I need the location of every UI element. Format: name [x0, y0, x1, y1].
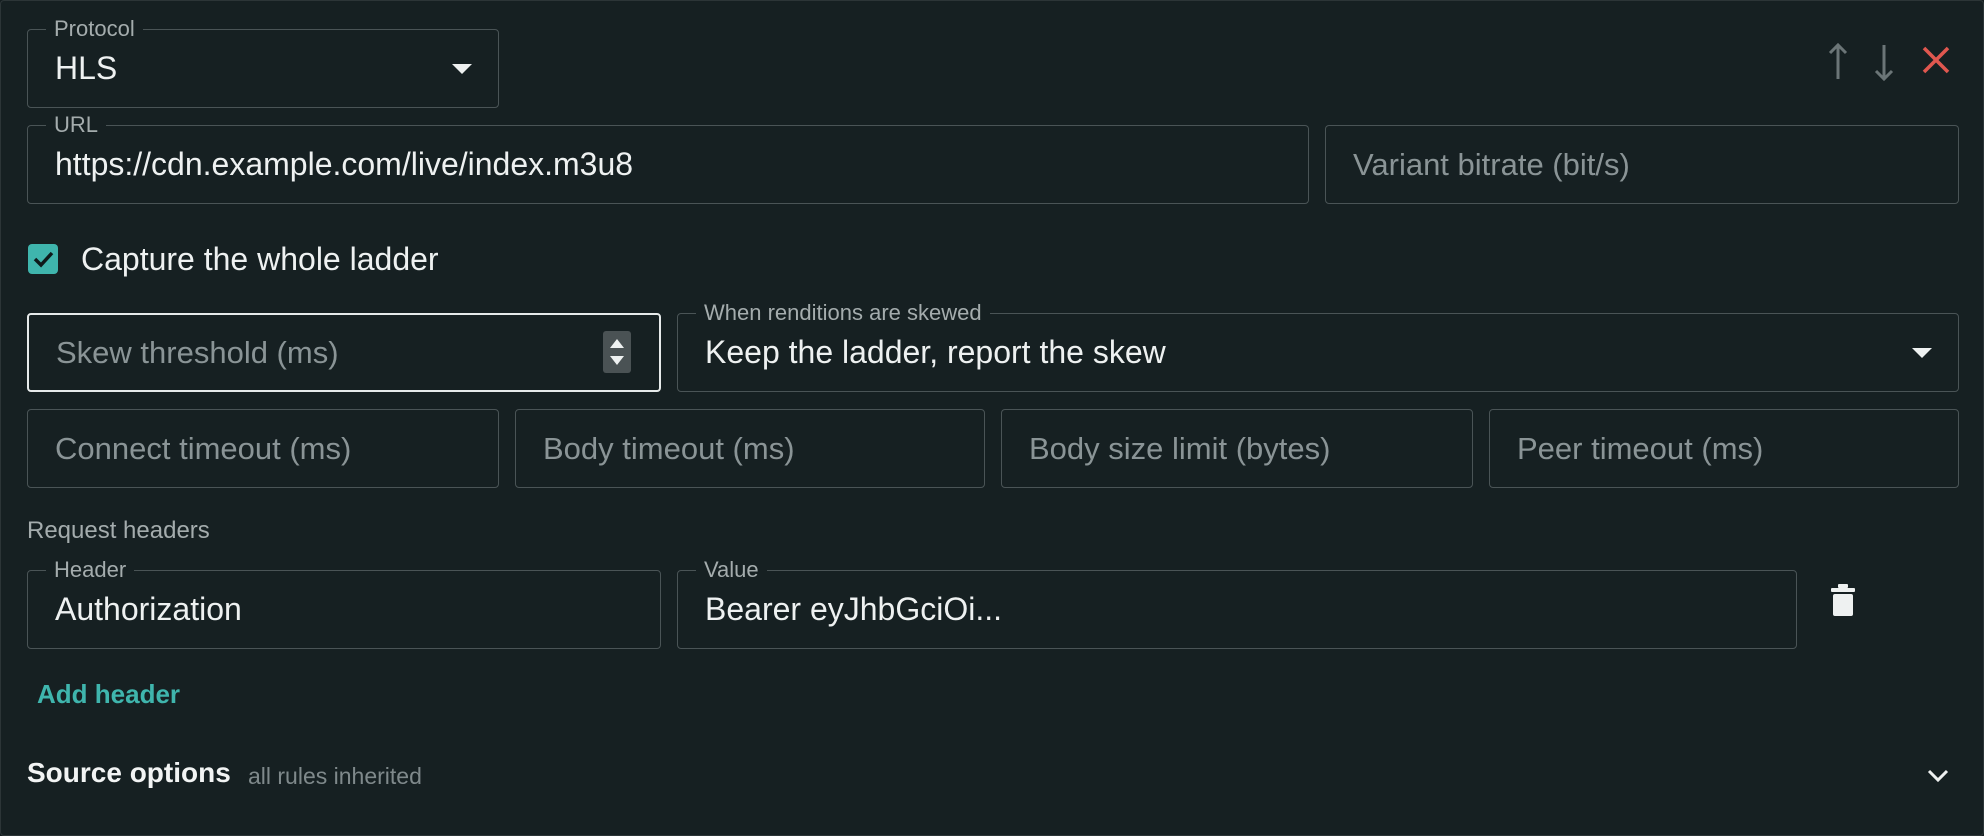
source-options-toggle[interactable]	[1925, 763, 1951, 787]
chevron-down-icon	[452, 63, 472, 74]
chevron-down-icon	[1927, 769, 1949, 783]
variant-bitrate-field[interactable]: Variant bitrate (bit/s)	[1325, 125, 1959, 204]
capture-ladder-checkbox[interactable]	[28, 244, 58, 274]
peer-timeout-field[interactable]: Peer timeout (ms)	[1489, 409, 1959, 488]
skew-policy-value: Keep the ladder, report the skew	[705, 334, 1166, 370]
header-value-field[interactable]: Value Bearer eyJhbGciOi...	[677, 557, 1797, 649]
connect-timeout-placeholder: Connect timeout (ms)	[55, 430, 352, 466]
delete-header-button[interactable]	[1829, 583, 1857, 617]
arrow-up-icon	[1828, 42, 1848, 79]
skew-policy-select[interactable]: When renditions are skewed Keep the ladd…	[677, 300, 1959, 392]
url-value: https://cdn.example.com/live/index.m3u8	[55, 146, 634, 182]
arrow-down-icon	[1874, 45, 1894, 82]
close-icon	[1922, 46, 1950, 74]
protocol-value: HLS	[55, 50, 118, 86]
connect-timeout-field[interactable]: Connect timeout (ms)	[27, 409, 499, 488]
stepper-up-icon[interactable]	[610, 339, 624, 348]
body-timeout-field[interactable]: Body timeout (ms)	[515, 409, 985, 488]
move-up-button[interactable]	[1821, 41, 1855, 83]
stepper-down-icon[interactable]	[610, 356, 624, 365]
header-name-field[interactable]: Header Authorization	[27, 557, 661, 649]
variant-bitrate-placeholder: Variant bitrate (bit/s)	[1353, 146, 1630, 182]
skew-threshold-input[interactable]: Skew threshold (ms)	[27, 313, 661, 392]
capture-ladder-label[interactable]: Capture the whole ladder	[81, 237, 439, 281]
url-field[interactable]: URL https://cdn.example.com/live/index.m…	[27, 112, 1309, 204]
protocol-select[interactable]: Protocol HLS	[27, 16, 499, 108]
body-size-limit-placeholder: Body size limit (bytes)	[1029, 430, 1331, 466]
source-options-title[interactable]: Source options	[27, 757, 231, 789]
body-timeout-placeholder: Body timeout (ms)	[543, 430, 795, 466]
add-header-button[interactable]: Add header	[37, 679, 180, 710]
move-down-button[interactable]	[1867, 41, 1901, 83]
request-headers-heading: Request headers	[27, 517, 210, 544]
trash-icon	[1831, 584, 1855, 616]
chevron-down-icon	[1912, 347, 1932, 358]
checkmark-icon	[33, 251, 54, 268]
peer-timeout-placeholder: Peer timeout (ms)	[1517, 430, 1764, 466]
number-stepper[interactable]	[603, 331, 631, 373]
source-options-subtitle: all rules inherited	[248, 763, 422, 789]
skew-threshold-placeholder: Skew threshold (ms)	[56, 334, 339, 370]
body-size-limit-field[interactable]: Body size limit (bytes)	[1001, 409, 1473, 488]
header-name-value: Authorization	[55, 591, 242, 627]
remove-source-button[interactable]	[1919, 43, 1953, 77]
header-value-value: Bearer eyJhbGciOi...	[705, 591, 1002, 627]
stream-source-card: Protocol HLS URL https://cdn.example.com…	[0, 0, 1984, 836]
